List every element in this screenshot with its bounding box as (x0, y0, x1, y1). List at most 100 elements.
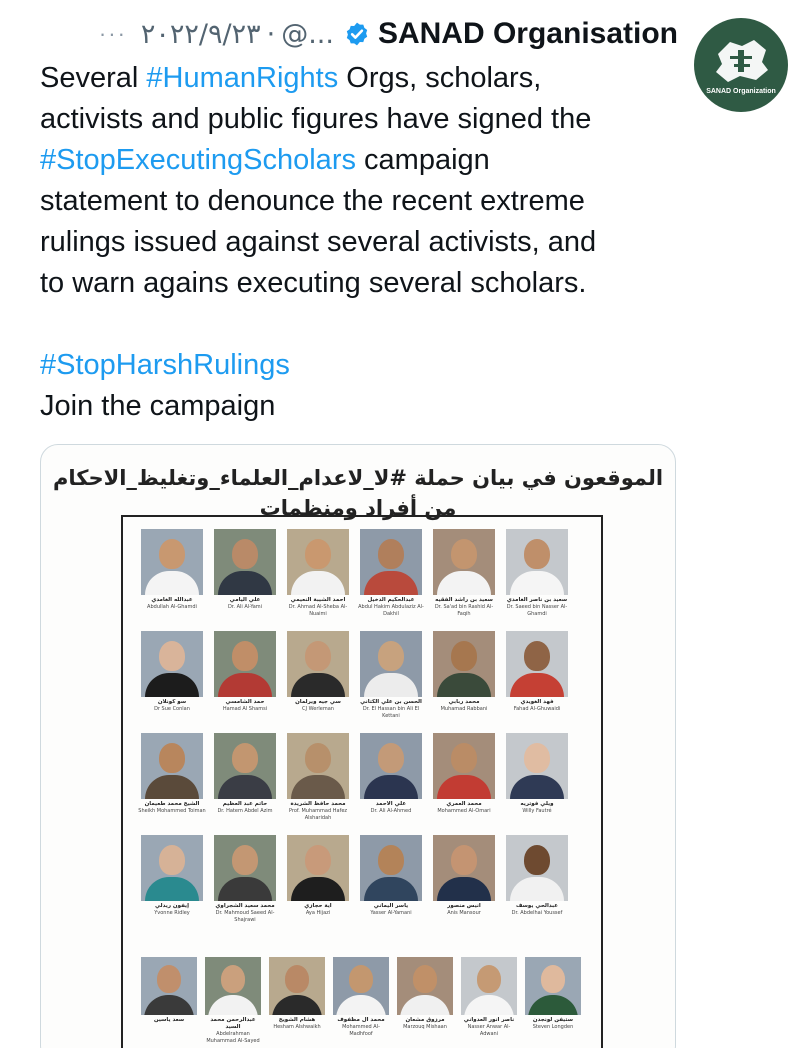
signatory-name: حاتم عبد العظيم Dr. Hatem Abdel Azim (210, 801, 280, 831)
signatory-name-arabic: محمد ربابي (448, 699, 480, 705)
meta-separator: · (266, 18, 276, 50)
signatory-name-arabic: عبدالرحمن محمد السيد (210, 1017, 256, 1030)
signatory-name-english: Muhamad Rabbani (440, 706, 488, 712)
signatory-photo (397, 957, 453, 1015)
signatory-photo (525, 957, 581, 1015)
signatory-name-english: Hesham Alshwaikh (273, 1024, 321, 1030)
signatory-card: ويلي فوتريه Willy Fautré (506, 733, 568, 831)
signatory-card: سعيد بن راشد الفقيه Dr. Sa'ad bin Rashid … (433, 529, 495, 627)
signatory-name-english: Aya Hijazi (305, 910, 331, 916)
signatory-name: سي جيه ويرلمان CJ Werleman (283, 699, 353, 729)
signatory-photo (214, 529, 276, 595)
signatory-card: عبدالحكيم الدخيل Abdul Hakim Abdulaziz Al… (358, 529, 424, 627)
tweet-text-segment: Join the campaign (40, 390, 276, 422)
signatory-card: علي الأحمد Dr. Ali Al-Ahmed (360, 733, 422, 831)
signatory-card: الحسن بن علي الكتاني Dr. El Hassan bin Al… (360, 631, 422, 729)
tweet-header: ··· ٢٠٢٢/٩/٢٣ · @... SANAD Organisation (38, 14, 678, 54)
avatar[interactable]: SANAD Organization (694, 18, 788, 112)
signatory-name-english: Willy Fautré (522, 808, 552, 814)
signatory-name-english: Nasser Anwar Al-Adwani (467, 1024, 511, 1037)
signatory-photo (287, 835, 349, 901)
tweet-text-line (40, 304, 680, 345)
signatory-name-arabic: عبدالحي يوسف (515, 903, 559, 909)
signatory-photo (333, 957, 389, 1015)
signatory-name-english: Dr Sue Conlan (154, 706, 190, 712)
signatory-photo (205, 957, 261, 1015)
signatory-card: حاتم عبد العظيم Dr. Hatem Abdel Azim (214, 733, 276, 831)
signatory-name-arabic: محمد آل مظفوف (337, 1017, 385, 1023)
signatory-name: محمد ربابي Muhamad Rabbani (429, 699, 499, 729)
signatory-name: ستيفن لونجدن Steven Longden (523, 1017, 583, 1047)
signatory-name-arabic: إيفون ريدلي (154, 903, 189, 909)
signatory-name: سو كونلان Dr Sue Conlan (137, 699, 207, 729)
signatory-photo (287, 631, 349, 697)
signatory-name-english: Mohammed Al-Omari (437, 808, 491, 814)
tweet-text-segment: rulings issued against several activists… (40, 226, 597, 258)
signatory-name-arabic: سي جيه ويرلمان (295, 699, 341, 705)
signatory-name-english: Abdul Hakim Abdulaziz Al-Dakhil (358, 604, 424, 617)
signatory-name: سعيد بن ناصر الغامدي Dr. Saeed bin Nasser… (502, 597, 572, 627)
signatory-name-english: Anis Mansour (447, 910, 481, 916)
signatory-name-english: Steven Longden (532, 1024, 574, 1030)
poster-title-line1: الموقعون في بيان حملة #لا_لاعدام_العلماء… (52, 466, 664, 490)
tweet-text-segment: statement to denounce the recent extreme (40, 185, 585, 217)
signatory-name-arabic: الشيخ محمد طعيمان (144, 801, 200, 807)
tweet-date[interactable]: ٢٠٢٢/٩/٢٣ (141, 19, 261, 50)
signatory-name-arabic: أية حجازي (304, 903, 332, 909)
signatory-name-english: Dr. Saeed bin Nasser Al-Ghamdi (506, 604, 568, 617)
signatory-photo (141, 631, 203, 697)
signatory-name-english: Hamad Al Shamsi (222, 706, 268, 712)
hashtag-link[interactable]: #HumanRights (146, 62, 338, 94)
signatory-card: أنيس منصور Anis Mansour (433, 835, 495, 933)
signatory-name-arabic: محمد حافظ الشريدة (290, 801, 346, 807)
author-name[interactable]: SANAD Organisation (378, 17, 678, 51)
signatory-card: محمد حافظ الشريدة Prof. Muhammad Hafez Al… (287, 733, 349, 831)
signatory-name-arabic: سعد ياسين (153, 1017, 185, 1023)
signatory-name-arabic: سو كونلان (157, 699, 187, 705)
signatory-photo (506, 733, 568, 799)
tweet-text-line: rulings issued against several activists… (40, 222, 680, 263)
signatory-name: الشيخ محمد طعيمان Sheikh Mohammed Toiman (137, 801, 207, 831)
tweet-text-segment: Several (40, 62, 147, 94)
tweet-text-line: statement to denounce the recent extreme (40, 181, 680, 222)
tweet-text-line: to warn agains executing several scholar… (40, 263, 680, 304)
signatory-name-english: Prof. Muhammad Hafez Alsharidah (288, 808, 348, 821)
signatory-name: أحمد الشيبة النعيمي Dr. Ahmad Al-Sheba Al… (283, 597, 353, 627)
signatory-name-english: Dr. Mahmoud Saeed Al-Shajrawi (215, 910, 275, 923)
tweet-media-image[interactable]: الموقعون في بيان حملة #لا_لاعدام_العلماء… (40, 444, 676, 1048)
signatory-photo (287, 733, 349, 799)
signatory-name: عبدالحكيم الدخيل Abdul Hakim Abdulaziz Al… (356, 597, 426, 627)
tweet-text-segment: activists and public figures have signed… (40, 103, 592, 135)
signatory-name-arabic: حمد الشامسي (225, 699, 265, 705)
hashtag-link[interactable]: #StopExecutingScholars (40, 144, 356, 176)
more-options-icon[interactable]: ··· (99, 21, 127, 47)
signatory-photo (269, 957, 325, 1015)
signatory-name-english: Marzouq Mishaan (403, 1024, 447, 1030)
signatory-name: أية حجازي Aya Hijazi (283, 903, 353, 933)
signatory-name-english: Dr. Abdelhai Youssef (511, 910, 563, 916)
signatory-card: ستيفن لونجدن Steven Longden (525, 957, 581, 1047)
signatory-name-arabic: علي الأحمد (375, 801, 407, 807)
poster-title: الموقعون في بيان حملة #لا_لاعدام_العلماء… (41, 463, 675, 523)
signatory-name-english: Fahad Al-Ghuwaidi (513, 706, 561, 712)
signatory-name-english: Dr. Hatem Abdel Azim (217, 808, 273, 814)
signatory-name: ياسر اليماني Yasser Al-Yamani (356, 903, 426, 933)
signatory-name-arabic: سعيد بن راشد الفقيه (435, 597, 493, 603)
signatory-name: سعيد بن راشد الفقيه Dr. Sa'ad bin Rashid … (429, 597, 499, 627)
signatory-name: علي اليامي Dr. Ali Al-Yami (210, 597, 280, 627)
signatory-name: عبدالرحمن محمد السيد Abdelrahman Muhammad… (203, 1017, 263, 1047)
hashtag-link[interactable]: #StopHarshRulings (40, 349, 290, 381)
signatory-name: محمد آل مظفوف Mohammed Al-Madhfoof (331, 1017, 391, 1047)
signatory-card: ناصر أنور العدواني Nasser Anwar Al-Adwani (461, 957, 517, 1047)
signatory-name-english: Dr. El Hassan bin Ali El Kettani (362, 706, 420, 719)
signatory-photo (360, 835, 422, 901)
signatory-name-english: Sheikh Mohammed Toiman (138, 808, 206, 814)
signatory-name: محمد حافظ الشريدة Prof. Muhammad Hafez Al… (283, 801, 353, 831)
signatory-name-english: Yasser Al-Yamani (370, 910, 412, 916)
signatory-photo (214, 835, 276, 901)
tweet-text-line: #StopExecutingScholars campaign (40, 140, 680, 181)
author-handle[interactable]: @... (281, 19, 334, 50)
signatory-card: محمد آل مظفوف Mohammed Al-Madhfoof (333, 957, 389, 1047)
signatory-photo (461, 957, 517, 1015)
tweet-text-line: activists and public figures have signed… (40, 99, 680, 140)
